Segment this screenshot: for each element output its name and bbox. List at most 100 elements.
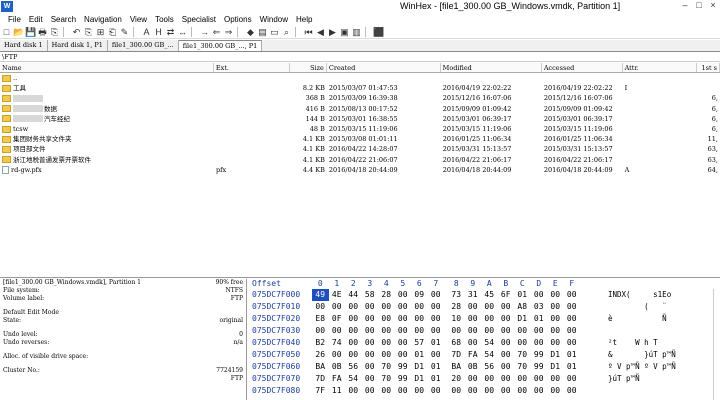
hex-byte[interactable]: 00 — [564, 289, 581, 301]
menu-search[interactable]: Search — [47, 15, 80, 24]
hex-byte[interactable]: 00 — [514, 337, 531, 349]
menu-options[interactable]: Options — [220, 15, 256, 24]
hex-byte[interactable]: 00 — [411, 313, 428, 325]
hex-byte[interactable]: 70 — [514, 349, 531, 361]
hex-byte[interactable]: 49 — [312, 289, 329, 301]
tab-vmdk-p1[interactable]: file1_300.00 GB_..., P1 — [178, 40, 263, 51]
hex-byte[interactable]: 09 — [411, 289, 428, 301]
hex-byte[interactable]: 00 — [378, 325, 395, 337]
hex-byte[interactable]: 00 — [362, 337, 379, 349]
hex-byte[interactable]: 00 — [465, 301, 482, 313]
hex-byte[interactable]: 00 — [395, 349, 412, 361]
undo-icon[interactable]: ↶ — [71, 27, 82, 38]
hex-byte[interactable]: 00 — [378, 349, 395, 361]
back-icon[interactable]: ⇐ — [211, 27, 222, 38]
hex-byte[interactable]: 00 — [411, 301, 428, 313]
hex-byte[interactable]: 00 — [498, 325, 515, 337]
hex-byte[interactable]: 00 — [395, 313, 412, 325]
ascii-text[interactable]: ( ¨ — [602, 301, 702, 313]
hex-byte[interactable]: 00 — [312, 325, 329, 337]
hex-byte[interactable]: 00 — [498, 385, 515, 397]
file-row[interactable]: 项目部文件 4.1 KB 2016/04/22 14:28:07 2015/03/31… — [0, 144, 720, 154]
hex-byte[interactable]: 00 — [378, 385, 395, 397]
hex-byte[interactable]: D1 — [411, 361, 428, 373]
hex-byte[interactable]: 00 — [481, 313, 498, 325]
file-row[interactable]: rd-gw.pfx pfx 4.4 KB 2016/04/18 20:44:09 201… — [0, 165, 720, 175]
hex-byte[interactable]: 6F — [498, 289, 515, 301]
hex-byte[interactable]: 99 — [531, 349, 548, 361]
hex-byte[interactable]: 70 — [514, 361, 531, 373]
hex-byte[interactable]: 00 — [395, 337, 412, 349]
column-header-attr[interactable]: Attr. — [623, 63, 697, 72]
hex-byte[interactable]: 57 — [411, 337, 428, 349]
hex-offset[interactable]: 075DC7F060 — [248, 361, 312, 373]
hex-byte[interactable]: 45 — [481, 289, 498, 301]
hex-byte[interactable]: D1 — [547, 361, 564, 373]
hex-byte[interactable]: D1 — [411, 373, 428, 385]
file-row[interactable]: 浙江地税普通发票开票软件 4.1 KB 2016/04/22 21:06:07 201… — [0, 155, 720, 165]
hex-byte[interactable]: 00 — [312, 301, 329, 313]
tab-hard-disk-1[interactable]: Hard disk 1 — [0, 40, 48, 51]
hex-byte[interactable]: 00 — [564, 325, 581, 337]
hex-byte[interactable]: 58 — [362, 289, 379, 301]
replace-icon[interactable]: ⇄ — [165, 27, 176, 38]
hex-byte[interactable]: 01 — [531, 313, 548, 325]
hex-offset[interactable]: 075DC7F050 — [248, 349, 312, 361]
hex-byte[interactable]: 68 — [448, 337, 465, 349]
hex-byte[interactable]: 0B — [329, 361, 346, 373]
menu-view[interactable]: View — [126, 15, 151, 24]
hex-byte[interactable]: 00 — [498, 349, 515, 361]
camera-icon[interactable]: ▣ — [339, 27, 350, 38]
winhex-app-icon[interactable]: W — [1, 0, 13, 12]
hex-offset[interactable]: 075DC7F030 — [248, 325, 312, 337]
hex-byte[interactable]: 26 — [312, 349, 329, 361]
hex-byte[interactable]: 00 — [362, 349, 379, 361]
hex-byte[interactable]: 00 — [395, 289, 412, 301]
column-header-first-sector[interactable]: 1st s — [697, 63, 720, 72]
hex-byte[interactable]: B2 — [312, 337, 329, 349]
hex-byte[interactable]: 00 — [564, 313, 581, 325]
hex-byte[interactable]: 56 — [345, 361, 362, 373]
hex-byte[interactable]: 00 — [547, 373, 564, 385]
ascii-text[interactable] — [602, 325, 702, 337]
copy-icon[interactable]: ⎘ — [83, 27, 94, 38]
hex-byte[interactable]: 00 — [411, 325, 428, 337]
hex-byte[interactable]: 00 — [362, 313, 379, 325]
menu-window[interactable]: Window — [256, 15, 292, 24]
hex-byte[interactable]: 00 — [465, 373, 482, 385]
hex-byte[interactable]: 00 — [481, 385, 498, 397]
hex-byte[interactable]: 28 — [448, 301, 465, 313]
hex-byte[interactable]: 00 — [428, 301, 445, 313]
hex-byte[interactable]: 00 — [362, 385, 379, 397]
hex-byte[interactable]: 00 — [448, 325, 465, 337]
hex-byte[interactable]: 00 — [531, 337, 548, 349]
tab-hard-disk-1-p1[interactable]: Hard disk 1, P1 — [48, 40, 108, 51]
file-row[interactable]: 368 B 2015/03/09 16:39:38 2015/12/16 16:07… — [0, 93, 720, 103]
ascii-text[interactable]: INDX( s1Eo — [602, 289, 702, 301]
ram-icon[interactable]: ▤ — [257, 27, 268, 38]
hex-offset[interactable]: 075DC7F080 — [248, 385, 312, 397]
hex-byte[interactable]: 7D — [312, 373, 329, 385]
hex-byte[interactable]: 00 — [481, 373, 498, 385]
hex-byte[interactable]: 70 — [378, 373, 395, 385]
ascii-text[interactable] — [602, 385, 702, 397]
copy-block-icon[interactable]: ⊞ — [95, 27, 106, 38]
hex-byte[interactable]: 00 — [547, 385, 564, 397]
menu-tools[interactable]: Tools — [151, 15, 178, 24]
hex-byte[interactable]: 99 — [531, 361, 548, 373]
hex-byte[interactable]: 00 — [395, 385, 412, 397]
ascii-text[interactable]: }úT p™Ñ — [602, 373, 702, 385]
hex-byte[interactable]: 00 — [378, 313, 395, 325]
hex-byte[interactable]: 00 — [514, 385, 531, 397]
hex-byte[interactable]: 0B — [465, 361, 482, 373]
hex-byte[interactable]: 00 — [465, 325, 482, 337]
open-icon[interactable]: 📂 — [13, 27, 24, 38]
hex-byte[interactable]: 00 — [362, 361, 379, 373]
hex-byte[interactable]: 01 — [564, 349, 581, 361]
hex-byte[interactable]: 00 — [531, 373, 548, 385]
save-icon[interactable]: 💾 — [25, 27, 36, 38]
hex-byte[interactable]: 00 — [481, 301, 498, 313]
hex-byte[interactable]: 00 — [547, 337, 564, 349]
column-header-name[interactable]: Name — [0, 63, 214, 72]
hex-byte[interactable]: 7D — [448, 349, 465, 361]
